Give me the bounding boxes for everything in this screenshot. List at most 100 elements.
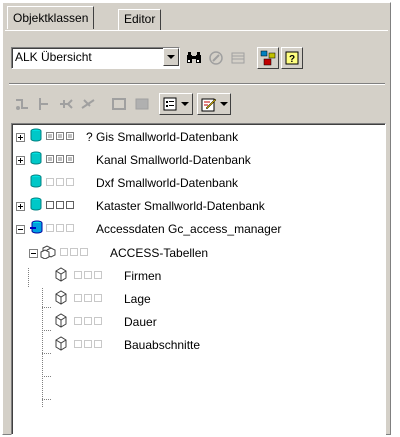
tree-node-dxf[interactable]: Dxf Smallworld-Datenbank bbox=[12, 172, 372, 192]
checkbox[interactable] bbox=[66, 155, 74, 163]
checkbox[interactable] bbox=[70, 248, 78, 256]
tree-node-kanal[interactable]: Kanal Smallworld-Datenbank bbox=[12, 149, 372, 169]
tab-editor[interactable]: Editor bbox=[118, 9, 162, 30]
view-select-value: ALK Übersicht bbox=[15, 50, 92, 64]
database-icon bbox=[30, 151, 42, 165]
tree-node-label: Accessdaten Gc_access_manager bbox=[96, 222, 282, 236]
checkbox[interactable] bbox=[66, 178, 74, 186]
collapse-icon[interactable] bbox=[16, 225, 25, 234]
tree-node-access-tabellen[interactable]: ACCESS-Tabellen bbox=[12, 242, 372, 262]
tree-node-lage[interactable]: Lage bbox=[12, 288, 372, 308]
grid-icon bbox=[231, 52, 245, 64]
checkbox[interactable] bbox=[46, 201, 54, 209]
checkbox[interactable] bbox=[56, 224, 64, 232]
object-class-icon bbox=[55, 290, 67, 305]
checkbox[interactable] bbox=[94, 271, 102, 279]
database-icon bbox=[30, 128, 42, 142]
checkbox[interactable] bbox=[56, 132, 64, 140]
checkbox[interactable] bbox=[46, 178, 54, 186]
tree-node-label: Firmen bbox=[124, 269, 162, 283]
checkbox[interactable] bbox=[66, 224, 74, 232]
checkbox[interactable] bbox=[84, 294, 92, 302]
tree-node-label: ? Gis Smallworld-Datenbank bbox=[86, 130, 239, 144]
object-class-icon bbox=[55, 313, 67, 328]
tab-editor-label: Editor bbox=[124, 12, 156, 26]
checkbox[interactable] bbox=[74, 340, 82, 348]
copy-button[interactable] bbox=[109, 93, 131, 115]
add-icon bbox=[60, 99, 73, 109]
tree-node-label: Bauabschnitte bbox=[124, 338, 201, 352]
tree-node-firmen[interactable]: Firmen bbox=[12, 265, 372, 285]
checkbox[interactable] bbox=[56, 178, 64, 186]
checkbox[interactable] bbox=[46, 132, 54, 140]
tree-node-label: ACCESS-Tabellen bbox=[110, 246, 209, 260]
expand-icon[interactable] bbox=[16, 133, 25, 142]
tree-node-bauabschnitte[interactable]: Bauabschnitte bbox=[12, 334, 372, 354]
checkbox[interactable] bbox=[46, 224, 54, 232]
add-button[interactable] bbox=[55, 93, 77, 115]
edit-icon bbox=[201, 98, 216, 112]
checkbox[interactable] bbox=[56, 201, 64, 209]
object-group-icon bbox=[40, 245, 56, 259]
split-icon bbox=[16, 99, 28, 110]
svg-text:?: ? bbox=[289, 54, 295, 65]
expand-icon[interactable] bbox=[16, 156, 25, 165]
tab-divider bbox=[5, 30, 388, 31]
network-button[interactable] bbox=[257, 47, 279, 69]
checkbox[interactable] bbox=[84, 340, 92, 348]
tool-button[interactable] bbox=[205, 47, 227, 69]
help-icon: ? bbox=[285, 51, 299, 65]
checkbox[interactable] bbox=[66, 201, 74, 209]
tree-node-label: Kataster Smallworld-Datenbank bbox=[96, 199, 265, 213]
checkbox[interactable] bbox=[60, 248, 68, 256]
checkbox[interactable] bbox=[74, 294, 82, 302]
copy-icon bbox=[112, 98, 126, 110]
checkbox[interactable] bbox=[94, 294, 102, 302]
tab-objektklassen-label: Objektklassen bbox=[13, 11, 89, 25]
view-select[interactable]: ALK Übersicht bbox=[11, 47, 180, 69]
tree-node-gis[interactable]: ? Gis Smallworld-Datenbank bbox=[12, 126, 372, 146]
list-icon bbox=[163, 97, 177, 111]
checkbox[interactable] bbox=[84, 317, 92, 325]
tree-connector bbox=[42, 399, 52, 400]
collapse-icon[interactable] bbox=[29, 249, 38, 258]
tree-node-kataster[interactable]: Kataster Smallworld-Datenbank bbox=[12, 195, 372, 215]
view-select-dropdown-button[interactable] bbox=[163, 48, 179, 66]
checkbox[interactable] bbox=[46, 155, 54, 163]
access-database-icon bbox=[30, 220, 43, 234]
remove-icon bbox=[81, 99, 95, 109]
tree-node-accessdaten[interactable]: Accessdaten Gc_access_manager bbox=[12, 218, 372, 238]
grid-button[interactable] bbox=[227, 47, 249, 69]
checkbox[interactable] bbox=[80, 248, 88, 256]
object-class-tree[interactable]: ? Gis Smallworld-Datenbank Kanal Smallwo… bbox=[11, 123, 386, 435]
expand-icon[interactable] bbox=[16, 202, 25, 211]
list-button[interactable] bbox=[159, 93, 193, 115]
tree-node-label: Dxf Smallworld-Datenbank bbox=[96, 176, 239, 190]
toolbar-separator bbox=[9, 83, 385, 85]
remove-button[interactable] bbox=[77, 93, 99, 115]
tree-connector bbox=[42, 376, 52, 377]
object-class-icon bbox=[55, 336, 67, 351]
help-button[interactable]: ? bbox=[281, 47, 303, 69]
tree-node-dauer[interactable]: Dauer bbox=[12, 311, 372, 331]
checkbox[interactable] bbox=[94, 340, 102, 348]
tab-objektklassen[interactable]: Objektklassen bbox=[7, 6, 95, 29]
edit-dropdown-arrow-icon bbox=[219, 102, 228, 106]
tool-icon bbox=[209, 51, 223, 65]
checkbox[interactable] bbox=[56, 155, 64, 163]
checkbox[interactable] bbox=[94, 317, 102, 325]
checkbox[interactable] bbox=[66, 132, 74, 140]
object-class-icon bbox=[55, 267, 67, 282]
split-button[interactable] bbox=[11, 93, 33, 115]
checkbox[interactable] bbox=[84, 271, 92, 279]
edit-button[interactable] bbox=[197, 93, 231, 115]
checkbox[interactable] bbox=[74, 271, 82, 279]
merge-button[interactable] bbox=[33, 93, 55, 115]
find-button[interactable] bbox=[183, 47, 205, 69]
binoculars-icon bbox=[187, 52, 201, 63]
checkbox[interactable] bbox=[74, 317, 82, 325]
database-icon bbox=[30, 174, 42, 188]
paste-button[interactable] bbox=[131, 93, 153, 115]
tree-node-label: Lage bbox=[124, 292, 151, 306]
list-dropdown-arrow-icon bbox=[181, 102, 189, 106]
